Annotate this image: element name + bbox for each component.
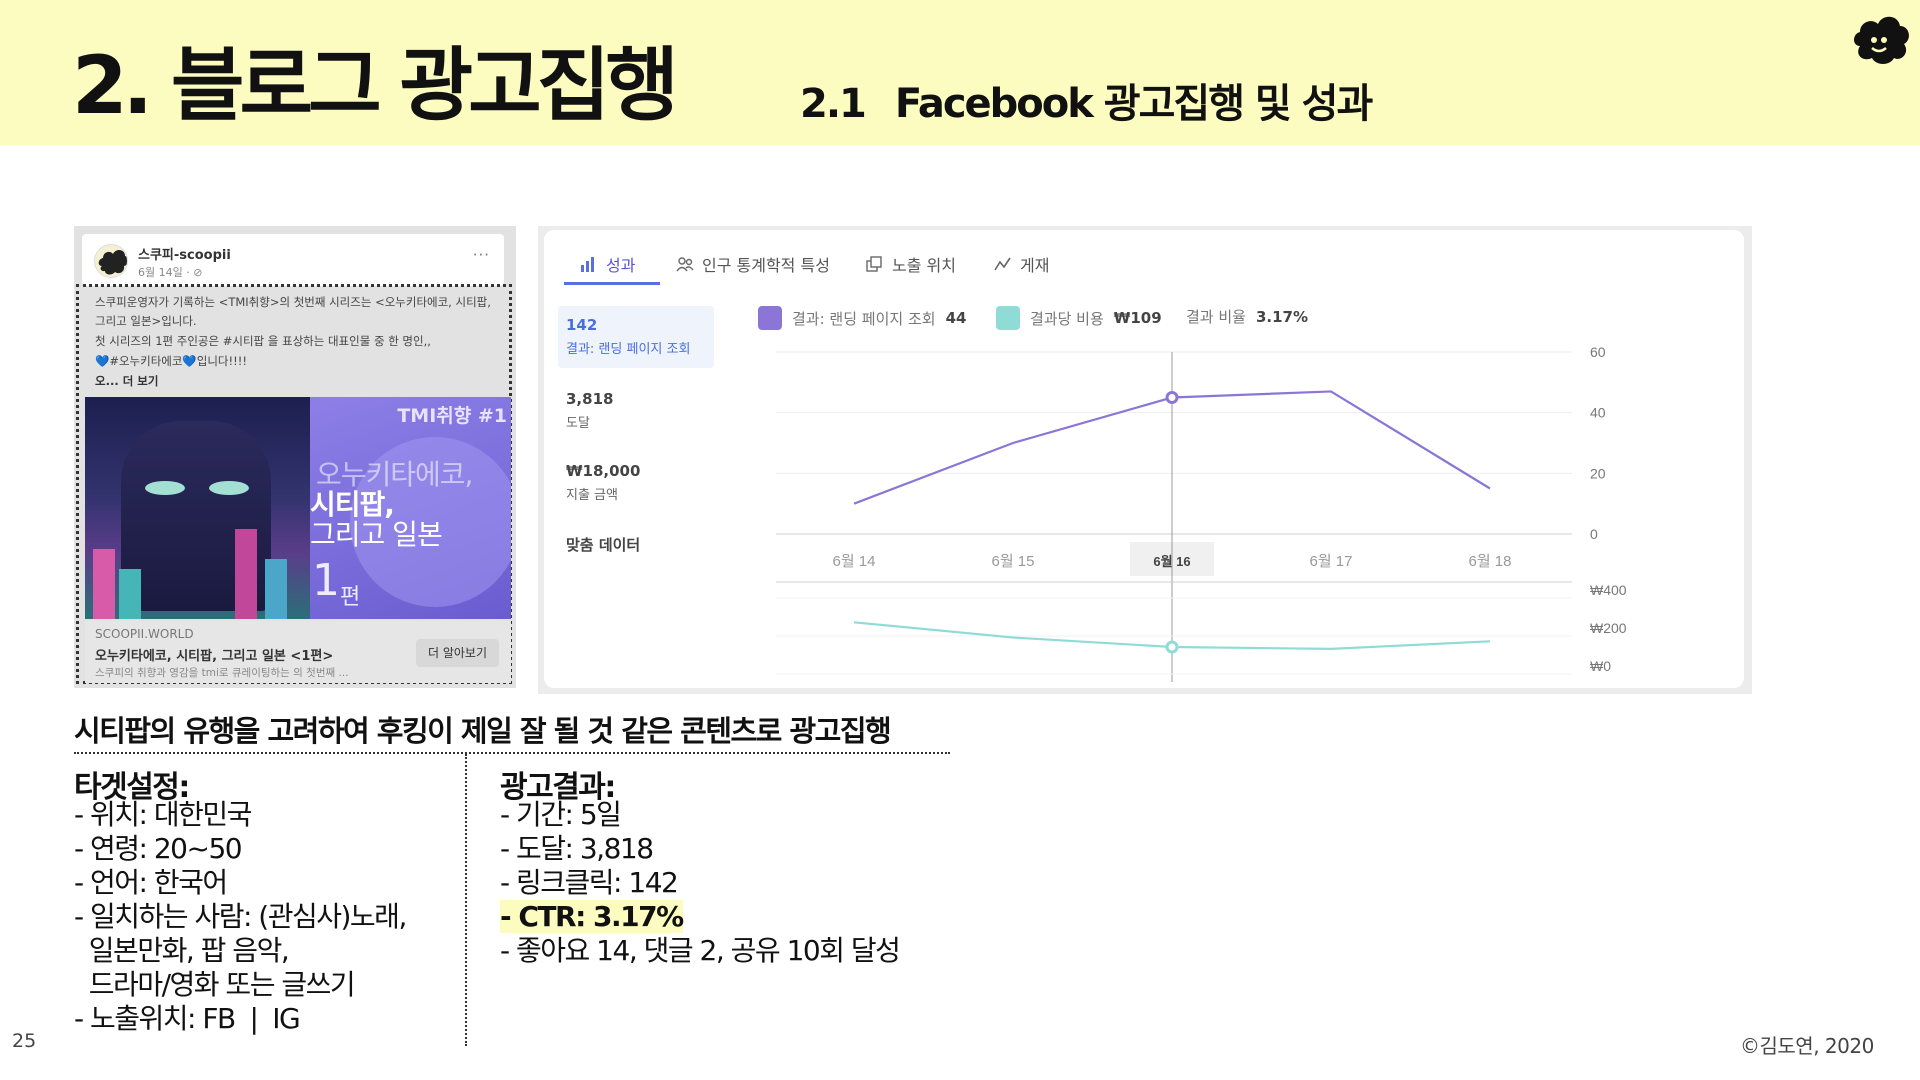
title-panel: TMI취향 #1 오누키타에코, 시티팝, 그리고 일본 1 편 (310, 397, 511, 619)
y-tick-label: 0 (1590, 526, 1598, 542)
x-tick-label: 6월 15 (992, 553, 1035, 570)
image-tag: TMI취향 #1 (397, 405, 507, 427)
x-tick-label: 6월 14 (833, 553, 876, 570)
learn-more-button[interactable]: 더 알아보기 (415, 639, 499, 667)
list-item: - 노출위치: FB | IG (74, 1002, 301, 1035)
see-more-link[interactable]: 오... 더 보기 (95, 372, 505, 391)
y-tick-label: ₩0 (1590, 658, 1611, 674)
building (235, 529, 257, 619)
target-settings: 타겟설정: - 위치: 대한민국 - 연령: 20~50- 언어: 한국어 - 일치… (74, 762, 454, 1036)
post-text-line: 스쿠피운영자가 기록하는 <TMI취향>의 첫번째 시리즈는 <오누키타에코, … (95, 295, 491, 328)
data-point (1165, 640, 1179, 654)
building (265, 559, 287, 619)
list-item: - 도달: 3,818 (500, 832, 654, 865)
list-item: - 위치: 대한민국 (74, 798, 252, 831)
page-number: 25 (12, 1030, 37, 1052)
x-tick-label: 6월 18 (1469, 553, 1512, 570)
eye (209, 481, 249, 495)
avatar[interactable] (94, 244, 128, 278)
eye (145, 481, 185, 495)
slide: 2. 블로그 광고집행 2.1 Facebook 광고집행 및 성과 스쿠피-sc… (0, 0, 1920, 1080)
link-description: 스쿠피의 취향과 영감을 tmi로 큐레이팅하는 의 첫번째 ... (95, 667, 349, 679)
post-date: 6월 14일 · ⊘ (138, 266, 203, 279)
facebook-post-card: 스쿠피-scoopii 6월 14일 · ⊘ ··· 스쿠피운영자가 기록하는 … (74, 226, 516, 688)
page-title: 2. 블로그 광고집행 (72, 39, 679, 132)
performance-chart: 60 40 20 0 6월 14 6월 15 6월 16 6월 17 6월 18 ₩400 ₩200… (776, 344, 1627, 682)
list-item: 일본만화, 팝 음악, (74, 934, 290, 967)
post-text: 스쿠피운영자가 기록하는 <TMI취향>의 첫번째 시리즈는 <오누키타에코, … (95, 293, 505, 392)
post-highlight-box: 스쿠피운영자가 기록하는 <TMI취향>의 첫번째 시리즈는 <오누키타에코, … (76, 284, 512, 684)
building (119, 569, 141, 619)
image-unit: 편 (340, 585, 361, 610)
list-item: - 좋아요 14, 댓글 2, 공유 10회 달성 (500, 934, 901, 967)
list-item: - 일치하는 사람: (관심사)노래, (74, 900, 407, 933)
section-title-text: Facebook 광고집행 및 성과 (894, 81, 1373, 127)
data-point (1165, 391, 1179, 404)
y-tick-label: ₩400 (1590, 582, 1627, 598)
image-number: 1 (312, 555, 340, 606)
post-text-line: 첫 시리즈의 1편 주인공은 #시티팝 을 표상하는 대표인물 중 한 명인,, (95, 334, 431, 348)
headline-box: 시티팝의 유행을 고려하여 후킹이 제일 잘 될 것 같은 콘텐츠로 광고집행 (74, 708, 950, 754)
list-item: - CTR: 3.17% (500, 900, 940, 934)
y-tick-label: 40 (1590, 405, 1606, 421)
list-item: - 기간: 5일 (500, 798, 622, 831)
y-tick-label: 20 (1590, 465, 1606, 481)
x-tick-label: 6월 17 (1310, 553, 1353, 570)
x-tick-label: 6월 16 (1153, 554, 1190, 569)
target-title: 타겟설정: (74, 770, 190, 805)
insights-panel: 성과 인구 통계학적 특성 노출 위치 게재 142 결과: 랜딩 페이지 조회… (544, 230, 1744, 688)
list-item: - 연령: 20~50 (74, 832, 243, 865)
header-band: 2. 블로그 광고집행 2.1 Facebook 광고집행 및 성과 (0, 0, 1920, 145)
insights-panel-frame: 성과 인구 통계학적 특성 노출 위치 게재 142 결과: 랜딩 페이지 조회… (538, 226, 1752, 694)
section-number: 2.1 (800, 81, 867, 127)
column-divider (465, 754, 467, 1046)
copyright: ©김도연, 2020 (1740, 1034, 1874, 1058)
y-tick-label: ₩200 (1590, 620, 1627, 636)
more-options-icon[interactable]: ··· (473, 246, 490, 264)
result-title: 광고결과: (500, 770, 616, 805)
cloud-avatar-icon (98, 250, 127, 275)
y-tick-label: 60 (1590, 344, 1606, 360)
post-image[interactable]: TMI취향 #1 오누키타에코, 시티팝, 그리고 일본 1 편 (85, 397, 511, 619)
post-header: 스쿠피-scoopii 6월 14일 · ⊘ ··· (82, 234, 504, 286)
section-title: 2.1 Facebook 광고집행 및 성과 (800, 81, 1373, 127)
illustration (85, 397, 310, 619)
ad-results: 광고결과: - 기간: 5일 - 도달: 3,818- 링크클릭: 142- CT… (500, 762, 940, 968)
ctr-highlight: - CTR: 3.17% (500, 900, 684, 933)
cloud-logo-icon (1854, 16, 1909, 64)
building (93, 549, 115, 619)
list-item: - 언어: 한국어 (74, 866, 228, 899)
list-item: 드라마/영화 또는 글쓰기 (74, 968, 356, 1001)
link-domain: SCOOPII.WORLD (95, 627, 194, 641)
image-text: 그리고 일본 (310, 518, 443, 551)
page-name[interactable]: 스쿠피-scoopii (138, 244, 231, 263)
link-preview[interactable]: SCOOPII.WORLD 오누키타에코, 시티팝, 그리고 일본 <1편> 스… (85, 621, 511, 683)
list-item: - 링크클릭: 142 (500, 866, 679, 899)
headline: 시티팝의 유행을 고려하여 후킹이 제일 잘 될 것 같은 콘텐츠로 광고집행 (74, 714, 892, 748)
post-text-line: 💙#오누키타에코💙입니다!!!! (95, 354, 247, 368)
link-title: 오누키타에코, 시티팝, 그리고 일본 <1편> (95, 649, 334, 664)
